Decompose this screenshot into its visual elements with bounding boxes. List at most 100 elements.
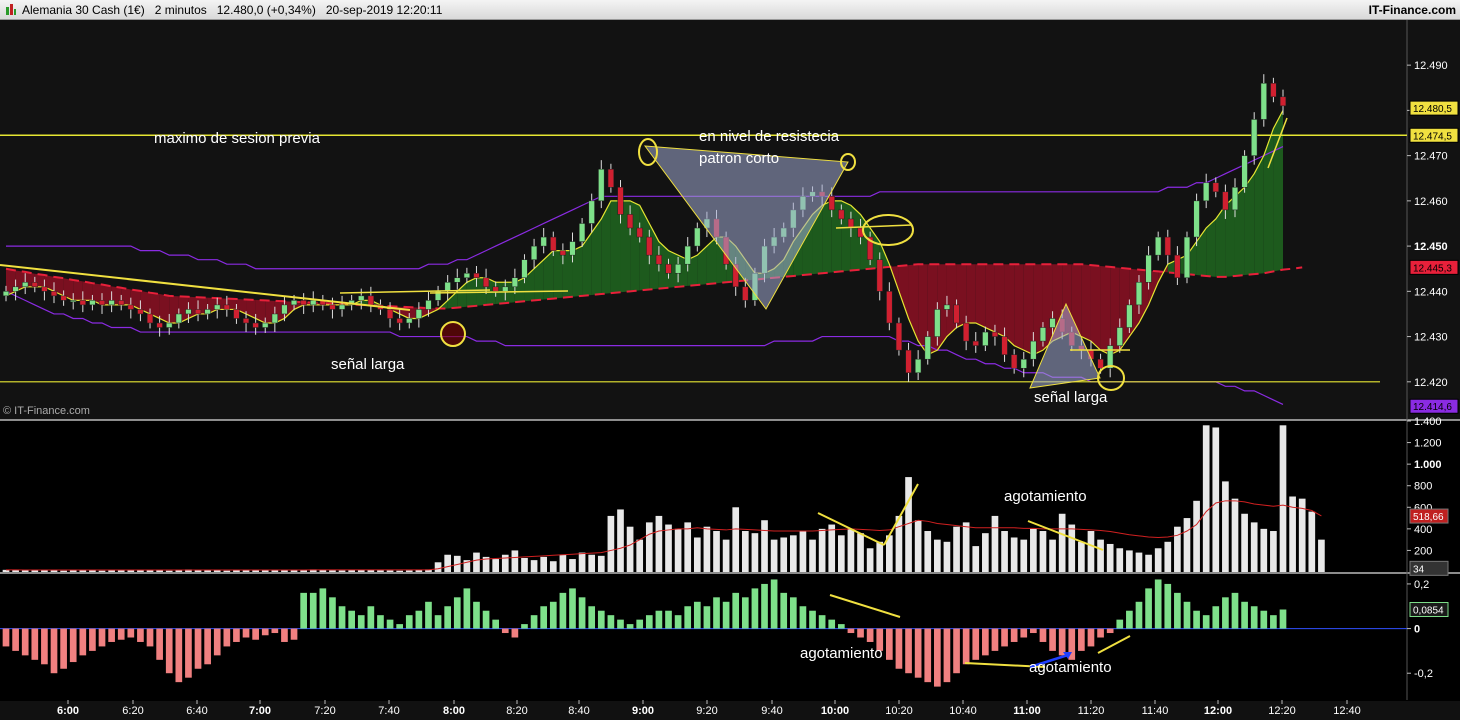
candle-body (319, 300, 326, 306)
trend-fill (620, 200, 631, 293)
cfd-bar (751, 588, 759, 629)
trend-fill (937, 264, 947, 351)
price-label-text: 12.474,5 (1413, 131, 1452, 142)
cfd-bar (137, 628, 144, 642)
cfd-bar (578, 597, 586, 629)
volume-bar (693, 537, 701, 572)
volume-bar (953, 526, 960, 572)
legend-mm[interactable]: MM (Simple 5) (202, 22, 274, 34)
legend-tema[interactable]: TEMA ( 30) (47, 423, 105, 435)
trend-fill (1225, 196, 1235, 277)
cfd-bar (50, 628, 58, 674)
volume-bar (1241, 513, 1248, 572)
volume-bar (1183, 518, 1191, 572)
candle-body (262, 322, 269, 328)
legend-boll-sup[interactable]: Boll sup (37, 22, 79, 34)
candle-body (550, 236, 557, 251)
candle-body (953, 304, 960, 324)
cfd-trend-1 (829, 594, 901, 618)
price-axis-label: 12.460 (1414, 196, 1448, 208)
trend-fill (1263, 128, 1274, 274)
cfd-bar (866, 628, 874, 642)
circle-pivot (840, 153, 856, 171)
volume-legend: Volumen TEMA ( 30) (2, 423, 106, 435)
copyright: © IT-Finance.com (3, 405, 90, 417)
cfd-bar (1193, 610, 1200, 629)
volume-bar (1270, 531, 1277, 572)
trend-fill (1119, 267, 1130, 351)
candle-body (166, 322, 173, 328)
volume-bar (1212, 427, 1220, 572)
candle-body (607, 168, 615, 188)
candle-body (156, 322, 163, 328)
candle-body (521, 259, 528, 279)
legend-boll-media[interactable]: Boll media ( 89 2) (116, 22, 202, 34)
cfd-bar (991, 628, 999, 651)
volume-label-box (1409, 508, 1449, 524)
candle-body (617, 187, 624, 215)
volume-bar (1116, 548, 1124, 572)
legend-boll-inf[interactable]: Boll inf (79, 22, 116, 34)
candle-body (60, 295, 67, 301)
candle-body (127, 304, 134, 310)
price-axis-label: 12.420 (1414, 377, 1448, 389)
annotation-agot-cfd2: agotamiento (1029, 659, 1112, 676)
cfd-bar (194, 628, 202, 669)
chart-canvas[interactable]: 12.490 12.480 12.470 12.460 12.450 12.440 12.4… (0, 0, 1460, 720)
cfd-bar (473, 601, 480, 629)
candle-body (1203, 182, 1210, 202)
trend-fill (399, 306, 410, 319)
volume-bar (1126, 550, 1133, 572)
candle-body (1270, 82, 1277, 98)
volume-bar (146, 569, 154, 572)
cfd-bar (1145, 588, 1152, 629)
candle-body (2, 291, 10, 297)
volume-bar (357, 569, 365, 572)
trend-fill (294, 301, 304, 310)
trend-fill (946, 264, 957, 337)
candle-body (771, 236, 778, 247)
trend-fill (831, 200, 842, 273)
trend-fill (351, 300, 362, 305)
volume-axis-label: 400 (1414, 524, 1432, 536)
annotation-max-prev: maximo de sesion previa (154, 130, 320, 147)
trend-fill (812, 205, 823, 275)
trend-fill (188, 296, 199, 319)
cfd-bar (1241, 601, 1248, 629)
trend-fill (361, 300, 371, 306)
legend-price[interactable]: Precio (2, 22, 37, 34)
volume-bar (69, 570, 77, 572)
annotation-senal1: señal larga (331, 356, 405, 373)
trend-fill (956, 264, 967, 328)
candle-body (492, 286, 499, 292)
candle-body (386, 309, 394, 319)
cfd-bar (1260, 610, 1268, 629)
candle-body (194, 309, 202, 315)
volume-bar (1231, 498, 1239, 572)
candle-body (175, 313, 182, 324)
volume-bar (98, 570, 106, 572)
volume-bar (223, 570, 231, 572)
cfd-bar (645, 615, 653, 629)
cfd-bar (1231, 592, 1239, 629)
volume-bar (674, 528, 682, 572)
cfd-bar (338, 606, 346, 629)
trend-fill (783, 241, 794, 277)
candle-body (329, 304, 336, 310)
volume-bar (444, 554, 452, 572)
volume-bar (329, 570, 336, 572)
cfd-bar (540, 606, 548, 629)
candle-body (396, 318, 403, 324)
cfd-bar (1174, 592, 1181, 629)
legend-volumen[interactable]: Volumen (2, 423, 47, 435)
candle-body (857, 227, 864, 238)
trend-fill (63, 278, 74, 301)
candle-body (867, 236, 874, 260)
legend-cfd[interactable]: CFD ( 31) (2, 576, 52, 588)
volume-bar (1039, 531, 1047, 572)
trend-fill (697, 246, 707, 285)
volume-bar (1250, 522, 1258, 572)
volume-bar (434, 562, 442, 572)
candle-body (185, 309, 192, 315)
volume-label-box (1409, 560, 1449, 576)
